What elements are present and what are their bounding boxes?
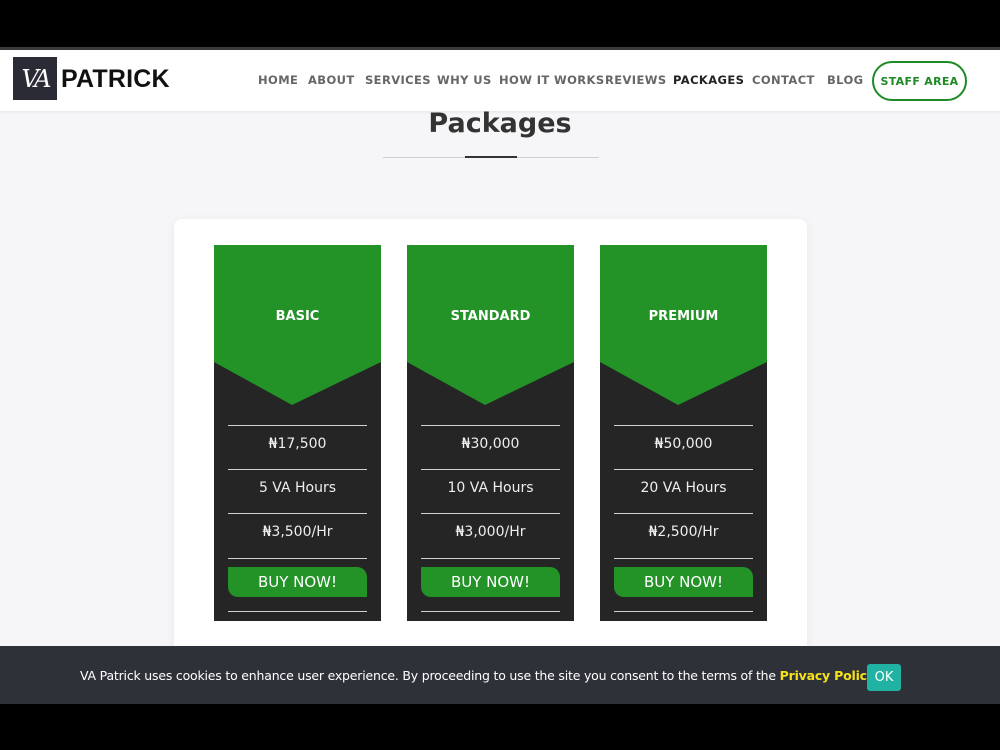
buy-now-button-standard[interactable]: BUY NOW!: [421, 567, 560, 597]
nav-services[interactable]: SERVICES: [365, 73, 431, 87]
plan-header: BASIC: [214, 245, 381, 405]
cookie-banner: VA Patrick uses cookies to enhance user …: [0, 646, 1000, 704]
buy-now-button-premium[interactable]: BUY NOW!: [614, 567, 753, 597]
privacy-policy-link[interactable]: Privacy Policy: [780, 668, 875, 683]
packages-card: BASIC ₦17,500 5 VA Hours ₦3,500/Hr BUY N…: [174, 219, 807, 646]
main-nav: HOME ABOUT SERVICES WHY US HOW IT WORKS …: [0, 73, 870, 89]
nav-about[interactable]: ABOUT: [308, 73, 355, 87]
plan-rate: ₦3,000/Hr: [455, 524, 526, 540]
staff-area-button[interactable]: STAFF AREA: [872, 61, 967, 101]
plan-price: ₦50,000: [654, 436, 713, 452]
nav-why-us[interactable]: WHY US: [437, 73, 492, 87]
plan-divider: [228, 469, 367, 470]
nav-packages[interactable]: PACKAGES: [673, 73, 744, 87]
plan-divider: [614, 611, 753, 612]
title-divider-accent: [465, 156, 517, 158]
plan-name: PREMIUM: [648, 309, 719, 324]
plan-hours: 10 VA Hours: [447, 480, 534, 496]
cookie-text: VA Patrick uses cookies to enhance user …: [80, 668, 780, 683]
nav-how-it-works[interactable]: HOW IT WORKS: [499, 73, 605, 87]
plan-divider: [421, 558, 560, 559]
nav-home[interactable]: HOME: [258, 73, 298, 87]
plan-card-premium: PREMIUM ₦50,000 20 VA Hours ₦2,500/Hr BU…: [600, 245, 767, 621]
page-title: Packages: [428, 111, 572, 139]
packages-section: Packages BASIC ₦17,500 5 VA Hours ₦3,500…: [0, 111, 1000, 646]
nav-reviews[interactable]: REVIEWS: [605, 73, 667, 87]
plan-divider: [228, 558, 367, 559]
browser-bottom-bar: [0, 704, 1000, 750]
plan-card-basic: BASIC ₦17,500 5 VA Hours ₦3,500/Hr BUY N…: [214, 245, 381, 621]
plan-rate: ₦3,500/Hr: [262, 524, 333, 540]
plan-divider: [614, 558, 753, 559]
plan-price: ₦30,000: [461, 436, 520, 452]
plan-hours: 5 VA Hours: [258, 480, 337, 496]
plan-header: STANDARD: [407, 245, 574, 405]
plan-divider: [421, 425, 560, 426]
plan-divider: [614, 469, 753, 470]
site-header: VA PATRICK HOME ABOUT SERVICES WHY US HO…: [0, 50, 1000, 111]
cookie-ok-button[interactable]: OK: [867, 664, 901, 691]
plan-rate: ₦2,500/Hr: [648, 524, 719, 540]
nav-blog[interactable]: BLOG: [827, 73, 864, 87]
browser-top-bar: [0, 0, 1000, 47]
plan-divider: [421, 513, 560, 514]
plan-divider: [228, 425, 367, 426]
plan-divider: [228, 611, 367, 612]
plan-divider: [614, 513, 753, 514]
plan-divider: [614, 425, 753, 426]
nav-contact[interactable]: CONTACT: [752, 73, 815, 87]
plan-hours: 20 VA Hours: [640, 480, 727, 496]
plan-header-shape: [214, 245, 381, 405]
plan-divider: [421, 469, 560, 470]
plan-divider: [228, 513, 367, 514]
plan-name: BASIC: [275, 309, 320, 324]
cookie-message: VA Patrick uses cookies to enhance user …: [80, 668, 879, 683]
plan-card-standard: STANDARD ₦30,000 10 VA Hours ₦3,000/Hr B…: [407, 245, 574, 621]
plan-header-shape: [600, 245, 767, 405]
plan-divider: [421, 611, 560, 612]
plan-price: ₦17,500: [268, 436, 327, 452]
plan-name: STANDARD: [450, 309, 531, 324]
plan-header-shape: [407, 245, 574, 405]
buy-now-button-basic[interactable]: BUY NOW!: [228, 567, 367, 597]
plan-header: PREMIUM: [600, 245, 767, 405]
